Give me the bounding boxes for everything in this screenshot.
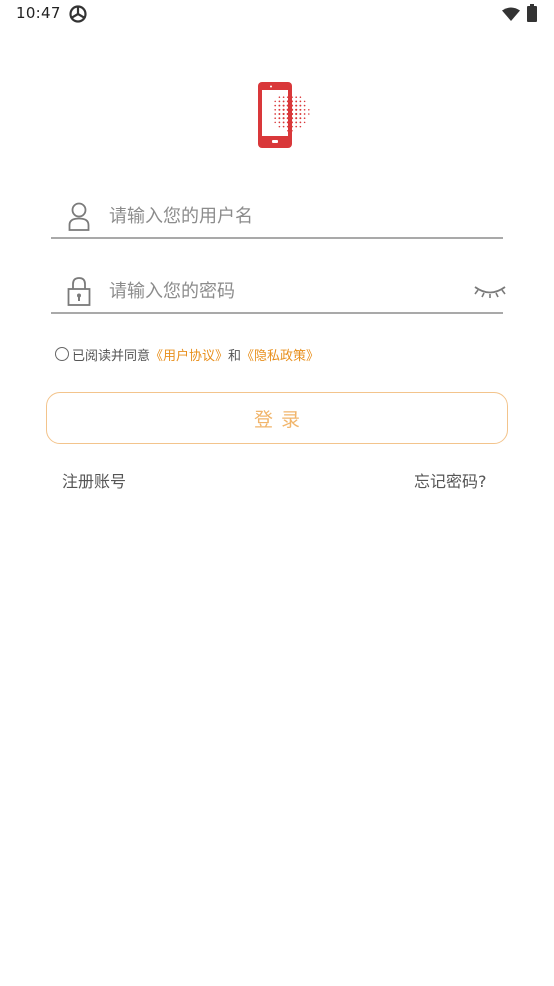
logo-dot	[303, 108, 306, 111]
password-input[interactable]	[109, 276, 469, 306]
logo-dot	[303, 117, 306, 120]
agreement-checkbox[interactable]	[55, 347, 69, 361]
logo-dot	[308, 113, 310, 115]
logo-dot	[299, 125, 302, 128]
logo-dot	[291, 121, 293, 124]
logo-dot	[278, 108, 281, 111]
status-time: 10:47	[16, 4, 61, 22]
logo-dot	[282, 96, 285, 99]
logo-dot	[278, 117, 281, 120]
logo-dot	[286, 121, 289, 124]
logo-dot	[299, 117, 302, 120]
forgot-password-link[interactable]: 忘记密码?	[414, 468, 487, 492]
logo-dot	[286, 104, 289, 107]
logo-dot	[286, 96, 289, 99]
logo-dot	[290, 117, 294, 120]
logo-dot	[278, 121, 281, 124]
username-field	[51, 197, 503, 239]
logo-dot	[299, 113, 302, 115]
logo-dot	[278, 104, 281, 107]
logo-dot	[291, 96, 293, 99]
logo-dot	[278, 125, 281, 128]
logo-dot	[274, 117, 277, 120]
eye-closed-icon[interactable]	[473, 282, 507, 300]
logo-dot	[290, 112, 294, 116]
logo-dot	[278, 113, 281, 115]
logo-dot	[303, 100, 306, 103]
logo-dot	[303, 104, 306, 107]
logo-dot	[299, 96, 302, 98]
logo-dot	[299, 104, 302, 107]
logo-dot	[287, 130, 289, 132]
logo-dot	[286, 112, 289, 116]
logo-dot	[299, 100, 302, 103]
logo-dot	[291, 100, 293, 103]
app-status-icon	[69, 5, 87, 23]
wifi-icon	[502, 7, 520, 21]
logo-dot	[282, 117, 285, 120]
logo-dot	[282, 108, 285, 111]
logo-dot	[299, 108, 302, 111]
user-agreement-link[interactable]: 《用户协议》	[150, 345, 228, 364]
login-button[interactable]: 登录	[46, 392, 508, 444]
logo-dot	[282, 100, 285, 103]
logo-dot	[291, 125, 293, 128]
logo-dot	[278, 100, 281, 103]
logo-dot	[295, 100, 298, 103]
phone-logo-icon	[258, 82, 310, 148]
logo-dot	[278, 96, 281, 98]
logo-dot	[286, 125, 289, 128]
logo-dot	[290, 104, 294, 107]
logo-dot	[286, 100, 289, 103]
logo-dot	[290, 108, 294, 111]
logo-dot	[282, 104, 285, 107]
agreement-prefix: 已阅读并同意	[72, 348, 151, 364]
battery-icon	[527, 4, 537, 22]
logo-dot	[282, 125, 285, 128]
logo-dot	[295, 108, 298, 111]
logo-dot	[274, 121, 276, 124]
register-link[interactable]: 注册账号	[62, 468, 126, 492]
logo-dot	[295, 104, 298, 107]
logo-dot	[295, 112, 298, 116]
logo-dot	[274, 113, 277, 115]
status-bar: 10:47	[0, 0, 554, 30]
logo-dot	[295, 96, 298, 99]
agreement-row: 已阅读并同意 《用户协议》 和 《隐私政策》	[55, 344, 319, 364]
logo-dot	[295, 121, 298, 124]
privacy-policy-link[interactable]: 《隐私政策》	[241, 345, 319, 364]
logo-dot	[303, 121, 306, 124]
logo-dot	[303, 113, 306, 115]
username-input[interactable]	[109, 201, 469, 231]
logo-dot	[274, 108, 277, 111]
logo-dot	[274, 104, 277, 107]
logo-dot	[282, 121, 285, 124]
logo-dot	[291, 130, 293, 132]
password-field	[51, 272, 506, 314]
logo-dot	[286, 117, 289, 120]
logo-dot	[274, 100, 276, 103]
logo-dot	[286, 108, 289, 111]
lock-icon	[67, 277, 91, 306]
user-icon	[68, 202, 90, 231]
agreement-connector: 和	[228, 348, 242, 364]
logo-dot	[295, 125, 298, 128]
logo-dot	[295, 117, 298, 120]
logo-dot	[299, 121, 302, 124]
logo-dot	[282, 112, 285, 116]
logo-dot	[308, 109, 310, 111]
